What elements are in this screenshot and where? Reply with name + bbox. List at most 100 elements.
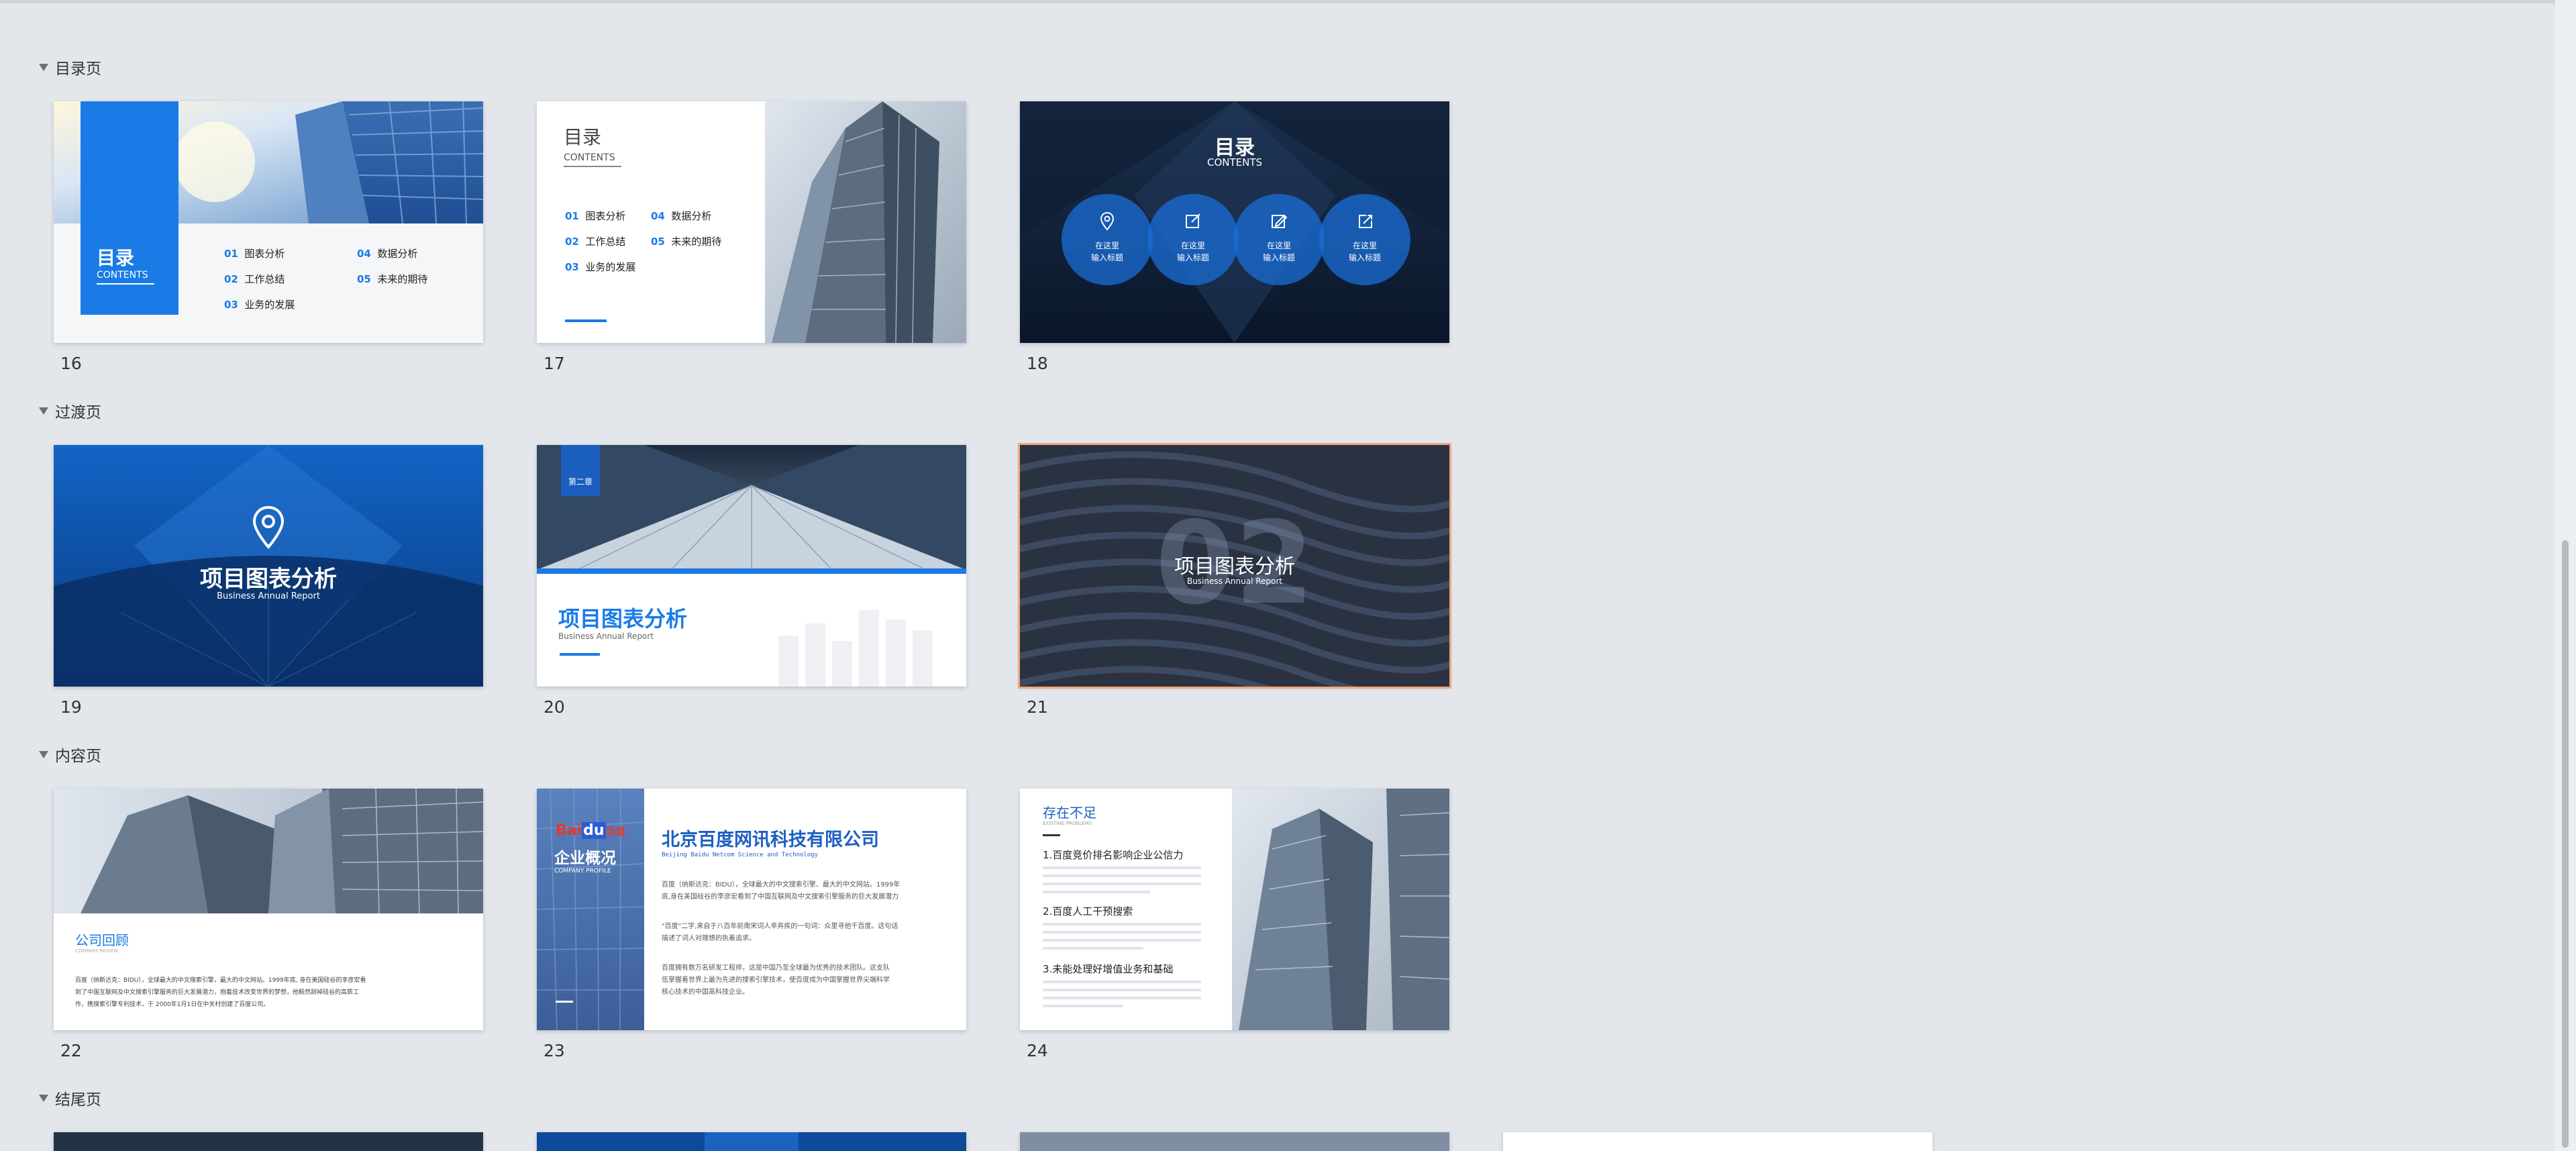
collapse-triangle-icon[interactable] <box>39 63 48 71</box>
slide-number: 17 <box>544 354 565 373</box>
body-text: "百度"二字,来自于八百年前南宋词人辛弃疾的一句词：众里寻他千百度。这句话 <box>662 923 898 930</box>
toc-underline <box>564 166 621 167</box>
body-text: 到了中国互联网及中文搜索引擎服务的巨大发展潜力，抱着技术改变世界的梦想，他毅然辞… <box>75 989 360 996</box>
share-edit-icon <box>1359 215 1372 228</box>
section-title: 内容页 <box>55 748 101 765</box>
section-header-content[interactable]: 内容页 <box>39 741 101 768</box>
chapter-title: 项目图表分析 <box>1174 555 1295 579</box>
chapter-subtitle: Business Annual Report <box>1186 577 1283 586</box>
section-title: 公司回顾 <box>75 932 129 948</box>
body-text: 核心技术的中国高科技企业。 <box>662 989 749 996</box>
section-subtitle: COMPANY REVIEW <box>75 948 119 954</box>
slide-number: 21 <box>1027 697 1048 717</box>
topic-circle[interactable]: 在这里 输入标题 <box>1062 194 1153 285</box>
slide-thumbnail-21[interactable]: 02 项目图表分析 Business Annual Report <box>1018 443 1451 689</box>
text-placeholder-line <box>1043 874 1201 877</box>
body-text: 百度拥有数万名研发工程师，这是中国乃至全球最为优秀的技术团队。这支队 <box>662 964 890 972</box>
toc-title: 目录 <box>564 126 602 148</box>
slide-number: 20 <box>544 697 565 717</box>
slide-number: 19 <box>60 697 82 717</box>
section-title: 目录页 <box>55 60 101 78</box>
building-photo <box>1232 789 1449 1030</box>
building-photo <box>54 789 483 913</box>
slide-thumbnail-18[interactable]: 目录 CONTENTS 在这里 输入标题 在这里 输入标题 在这里 输入标题 在… <box>1020 101 1449 343</box>
slide-thumbnail-22[interactable]: 公司回顾 COMPANY REVIEW 百度（纳斯达克：BIDU），全球最大的中… <box>54 789 483 1030</box>
toc-item: 01 图表分析 <box>565 210 626 222</box>
slide-number: 22 <box>60 1041 82 1060</box>
topic-circle[interactable]: 在这里 输入标题 <box>1147 194 1239 285</box>
body-text: 百度（纳斯达克：BIDU），全球最大的中文搜索引擎、最大的中文网站。1999年 <box>662 881 900 889</box>
toc-item: 04 数据分析 <box>357 248 418 260</box>
blue-divider <box>537 568 966 574</box>
text-placeholder-line <box>1043 981 1201 983</box>
location-pin-icon <box>252 505 285 550</box>
company-subtitle: Beijing Baidu Netcom Science and Technol… <box>662 852 818 858</box>
body-text: 描述了词人对理想的执着追求。 <box>662 935 756 942</box>
slide-number: 18 <box>1027 354 1048 373</box>
section-header-toc[interactable]: 目录页 <box>39 54 101 81</box>
toc-title: 目录 <box>97 247 135 269</box>
text-placeholder-line <box>1043 866 1201 869</box>
toc-item: 03 业务的发展 <box>224 299 295 311</box>
slide-thumbnail-25[interactable] <box>54 1132 483 1151</box>
topic-circle[interactable]: 在这里 输入标题 <box>1233 194 1325 285</box>
toc-item: 01 图表分析 <box>224 248 285 260</box>
chapter-subtitle: Business Annual Report <box>217 591 320 601</box>
slide-thumbnail-23[interactable]: Baidu 百度 企业概况 COMPANY PROFILE 北京百度网讯科技有限公… <box>537 789 966 1030</box>
toc-item: 05 未来的期待 <box>357 273 428 285</box>
collapse-triangle-icon[interactable] <box>39 1094 48 1102</box>
chapter-title: 项目图表分析 <box>558 606 688 632</box>
chapter-tag <box>561 445 600 496</box>
baidu-logo: Baidu 百度 <box>556 822 626 839</box>
vertical-scrollbar-thumb[interactable] <box>2562 540 2569 1148</box>
topic-circle[interactable]: 在这里 输入标题 <box>1319 194 1410 285</box>
slide-thumbnail-24[interactable]: 存在不足 EXISTING PROBLEMS 1.百度竞价排名影响企业公信力 2… <box>1020 789 1449 1030</box>
toc-subtitle: CONTENTS <box>97 270 148 281</box>
slide-thumbnail-26[interactable] <box>537 1132 966 1151</box>
text-placeholder-line <box>1043 989 1201 991</box>
section-title: 结尾页 <box>55 1091 101 1109</box>
chapter-subtitle: Business Annual Report <box>558 632 654 641</box>
slide-thumbnail-20[interactable]: 第二章 项目图表分析 Business Annual Report <box>537 445 966 687</box>
slide-thumbnail-19[interactable]: 项目图表分析 Business Annual Report <box>54 445 483 687</box>
problem-heading: 2.百度人工干预搜索 <box>1043 905 1133 917</box>
text-placeholder-line <box>1043 891 1150 893</box>
side-title: 企业概况 <box>554 850 616 867</box>
section-title: 过渡页 <box>55 404 101 421</box>
slide-decoration <box>705 1132 798 1151</box>
accent-bar <box>556 1001 573 1003</box>
text-placeholder-line <box>1043 939 1201 942</box>
slide-thumbnail-16[interactable]: 目录 CONTENTS 01 图表分析 02 工作总结 03 业务的发展 04 … <box>54 101 483 343</box>
toc-item: 02 工作总结 <box>224 273 285 285</box>
side-subtitle: COMPANY PROFILE <box>554 868 611 874</box>
accent-bar <box>1043 834 1060 836</box>
toc-item: 05 未来的期待 <box>651 236 722 248</box>
pencil-icon <box>1272 214 1288 228</box>
toc-subtitle: CONTENTS <box>1206 156 1263 168</box>
slide-number: 23 <box>544 1041 565 1060</box>
body-text: 百度（纳斯达克：BIDU），全球最大的中文搜索引擎，最大的中文网站。1999年底… <box>75 977 366 984</box>
problem-heading: 1.百度竞价排名影响企业公信力 <box>1043 849 1184 861</box>
section-header-ending[interactable]: 结尾页 <box>39 1085 101 1111</box>
slide-number: 16 <box>60 354 82 373</box>
top-divider <box>0 0 2555 3</box>
toc-item: 04 数据分析 <box>651 210 712 222</box>
building-photo <box>765 101 966 343</box>
slide-thumbnail-17[interactable]: 目录 CONTENTS 01 图表分析 02 工作总结 03 业务的发展 04 … <box>537 101 966 343</box>
toc-item: 03 业务的发展 <box>565 261 636 273</box>
building-photo <box>537 445 966 570</box>
section-header-transition[interactable]: 过渡页 <box>39 397 101 424</box>
text-placeholder-line <box>1043 1005 1123 1007</box>
slide-number: 24 <box>1027 1041 1048 1060</box>
collapse-triangle-icon[interactable] <box>39 407 48 415</box>
slide-thumbnail-27[interactable] <box>1020 1132 1449 1151</box>
slide-thumbnail-28[interactable] <box>1503 1132 1933 1151</box>
edit-icon <box>1186 213 1200 228</box>
chapter-tag-label: 第二章 <box>568 477 593 487</box>
problem-heading: 3.未能处理好增值业务和基础 <box>1043 963 1174 975</box>
collapse-triangle-icon[interactable] <box>39 750 48 758</box>
text-placeholder-line <box>1043 931 1201 934</box>
toc-subtitle: CONTENTS <box>564 152 615 163</box>
decorative-bars <box>778 610 933 687</box>
text-placeholder-line <box>1043 947 1143 950</box>
